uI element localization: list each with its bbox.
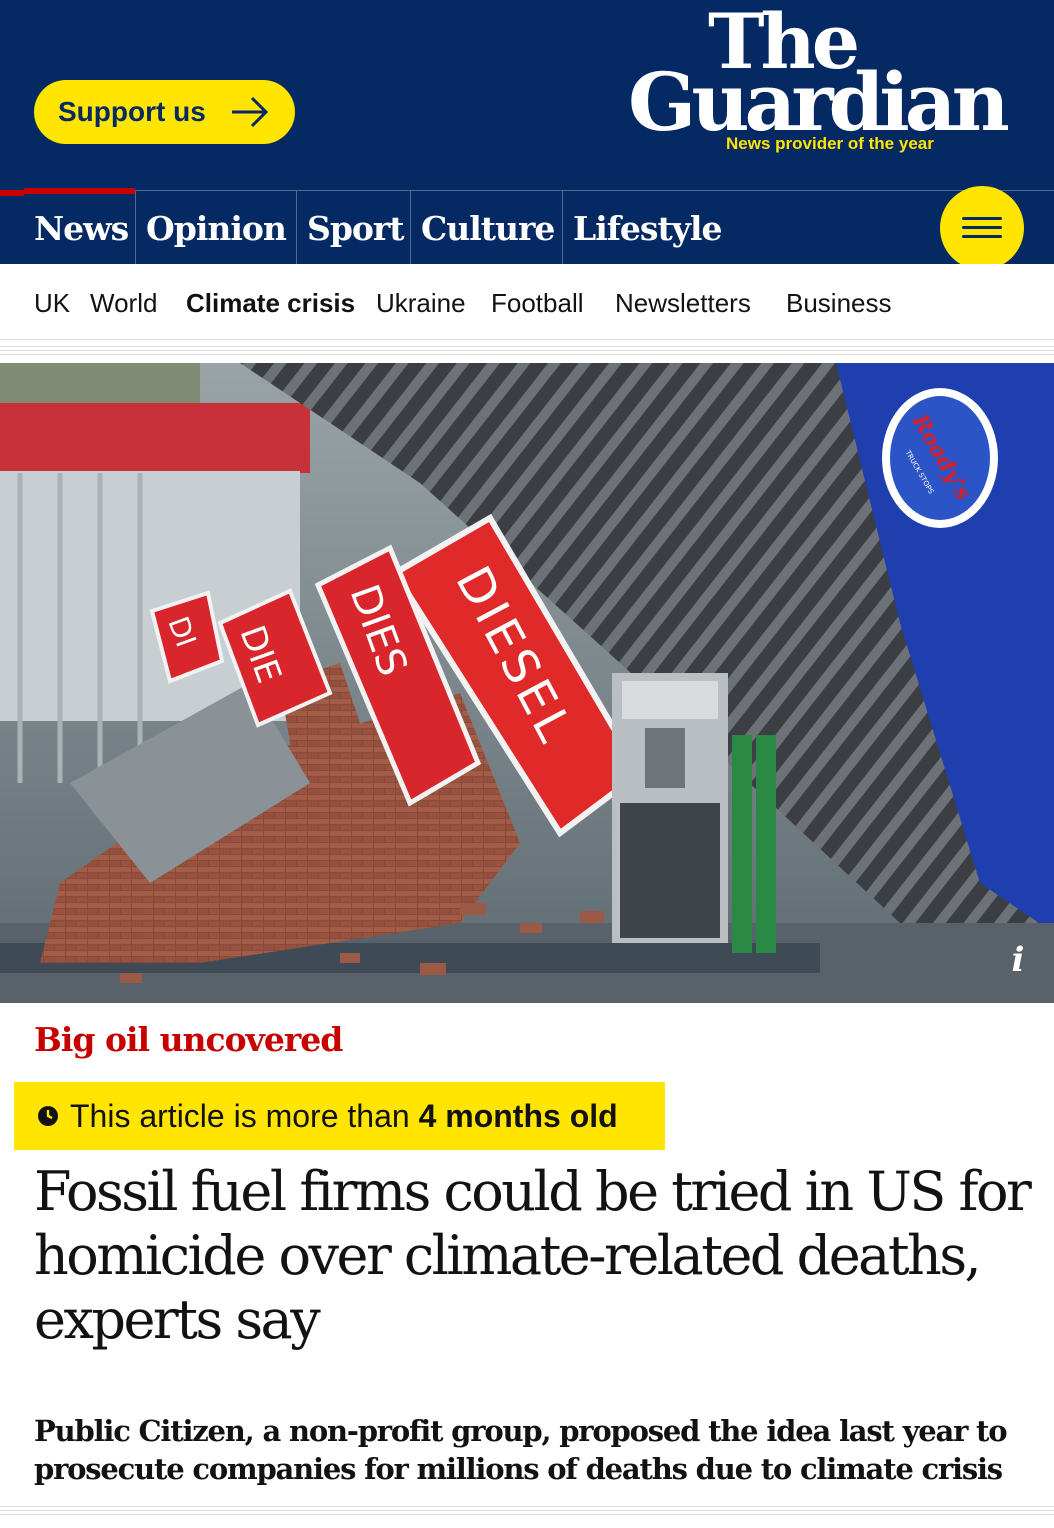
bottom-divider-rules xyxy=(0,1506,1054,1518)
pillar-culture[interactable]: Culture xyxy=(411,191,563,264)
pillar-nav: News Opinion Sport Culture Lifestyle xyxy=(0,188,1054,264)
image-info-icon[interactable]: i xyxy=(1002,940,1034,980)
logo-guardian: Guardian xyxy=(628,55,1010,149)
article-age-warning: This article is more than 4 months old xyxy=(14,1082,665,1150)
hero-illustration: Roady's TRUCK STOPS DIESEL DIES DIE DI xyxy=(0,363,1054,1003)
article-standfirst: Public Citizen, a non-profit group, prop… xyxy=(34,1414,1008,1486)
logo-tagline: News provider of the year xyxy=(726,134,934,153)
arrow-right-icon xyxy=(232,96,269,128)
hamburger-menu-icon xyxy=(962,217,1002,239)
pillar-accent-bar xyxy=(0,190,24,196)
subnav-newsletters[interactable]: Newsletters xyxy=(615,288,751,319)
support-us-label: Support us xyxy=(58,96,206,127)
subnav-climate-crisis[interactable]: Climate crisis xyxy=(186,288,355,319)
series-kicker[interactable]: Big oil uncovered xyxy=(34,1020,343,1059)
clock-icon xyxy=(38,1106,58,1126)
article-headline: Fossil fuel firms could be tried in US f… xyxy=(34,1160,1032,1351)
subnav-football[interactable]: Football xyxy=(491,288,584,319)
subnav-world[interactable]: World xyxy=(90,288,157,319)
masthead: Support us The Guardian News provider of… xyxy=(0,0,1054,190)
pillar-sport[interactable]: Sport xyxy=(297,191,411,264)
age-prefix-text: This article is more than xyxy=(70,1097,419,1134)
sub-nav: UK World Climate crisis Ukraine Football… xyxy=(0,264,1054,340)
subnav-business[interactable]: Business xyxy=(786,288,892,319)
age-value-text: 4 months old xyxy=(418,1097,618,1134)
support-us-button[interactable]: Support us xyxy=(34,80,295,144)
subnav-ukraine[interactable]: Ukraine xyxy=(376,288,466,319)
pillar-news[interactable]: News xyxy=(24,188,136,264)
menu-button[interactable] xyxy=(940,186,1024,270)
subnav-uk[interactable]: UK xyxy=(34,288,70,319)
pillar-opinion[interactable]: Opinion xyxy=(136,191,297,264)
guardian-logo[interactable]: The Guardian News provider of the year xyxy=(628,4,1022,160)
pillar-lifestyle[interactable]: Lifestyle xyxy=(563,191,735,264)
hero-image[interactable]: Roady's TRUCK STOPS DIESEL DIES DIE DI xyxy=(0,363,1054,1003)
divider-rules xyxy=(0,346,1054,358)
